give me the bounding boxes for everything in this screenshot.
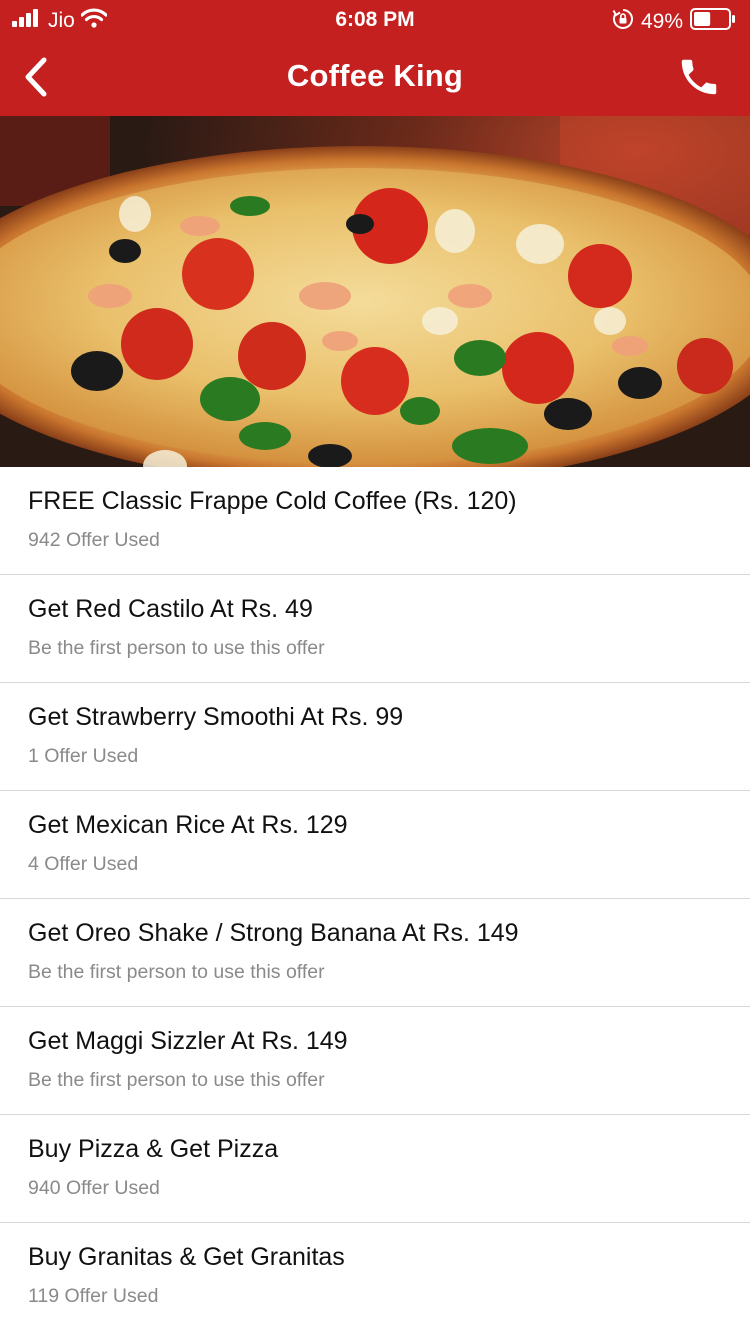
offer-usage: 4 Offer Used: [28, 853, 139, 875]
pizza-banner: [0, 116, 750, 467]
battery-percent: 49%: [640, 10, 683, 33]
offer-usage: 119 Offer Used: [28, 1285, 159, 1307]
offers-list: FREE Classic Frappe Cold Coffee (Rs. 120…: [0, 467, 750, 1331]
offer-title: Buy Pizza & Get Pizza: [28, 1135, 279, 1163]
battery-icon: [690, 8, 736, 36]
offer-item[interactable]: Get Mexican Rice At Rs. 129 4 Offer Used: [0, 791, 750, 899]
offer-usage: Be the first person to use this offer: [28, 637, 325, 659]
offer-title: Get Strawberry Smoothi At Rs. 99: [28, 703, 404, 731]
header-bar: Coffee King: [0, 38, 750, 116]
offer-item[interactable]: Get Maggi Sizzler At Rs. 149 Be the firs…: [0, 1007, 750, 1115]
offer-usage: Be the first person to use this offer: [28, 1069, 325, 1091]
offer-title: Get Oreo Shake / Strong Banana At Rs. 14…: [28, 919, 519, 947]
offer-usage: 940 Offer Used: [28, 1177, 160, 1199]
offer-title: Get Maggi Sizzler At Rs. 149: [28, 1027, 348, 1055]
offer-item[interactable]: Get Oreo Shake / Strong Banana At Rs. 14…: [0, 899, 750, 1007]
rotation-lock-icon: [612, 8, 634, 36]
page-title: Coffee King: [286, 58, 464, 93]
offer-item[interactable]: Buy Pizza & Get Pizza 940 Offer Used: [0, 1115, 750, 1223]
status-bar-right: 49%: [612, 8, 736, 36]
offer-title: FREE Classic Frappe Cold Coffee (Rs. 120…: [28, 487, 517, 515]
offer-title: Get Red Castilo At Rs. 49: [28, 595, 313, 623]
offer-title: Get Mexican Rice At Rs. 129: [28, 811, 348, 839]
call-button[interactable]: [676, 54, 722, 100]
offer-title: Buy Granitas & Get Granitas: [28, 1243, 345, 1271]
offer-usage: 942 Offer Used: [28, 529, 160, 551]
offer-usage: 1 Offer Used: [28, 745, 139, 767]
offer-item[interactable]: Buy Granitas & Get Granitas 119 Offer Us…: [0, 1223, 750, 1331]
offer-item[interactable]: Get Strawberry Smoothi At Rs. 99 1 Offer…: [0, 683, 750, 791]
offer-item[interactable]: FREE Classic Frappe Cold Coffee (Rs. 120…: [0, 467, 750, 575]
offer-item[interactable]: Get Red Castilo At Rs. 49 Be the first p…: [0, 575, 750, 683]
status-bar: Jio 6:08 PM 49%: [0, 0, 750, 38]
phone-icon: [681, 59, 717, 95]
offer-usage: Be the first person to use this offer: [28, 961, 325, 983]
